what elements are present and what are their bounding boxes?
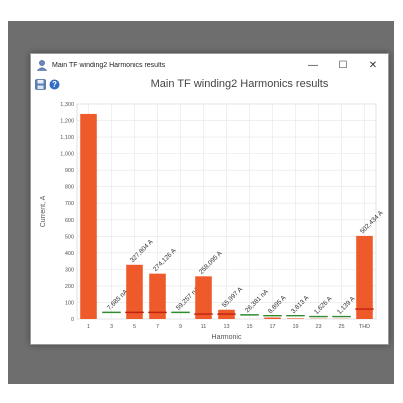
y-tick-label: 300 <box>65 267 74 273</box>
x-tick-label: 11 <box>201 324 207 330</box>
x-tick-label: 9 <box>179 324 182 330</box>
y-tick-label: 0 <box>71 317 74 323</box>
y-tick-label: 400 <box>65 251 74 257</box>
x-tick-label: 19 <box>292 324 298 330</box>
window-title: Main TF winding2 Harmonics results <box>52 61 166 69</box>
x-tick-label: 25 <box>338 324 344 330</box>
x-tick-label: 7 <box>156 324 159 330</box>
x-tick-label: THD <box>359 324 370 330</box>
bar <box>80 113 97 319</box>
y-tick-label: 800 <box>65 185 74 191</box>
x-tick-label: 5 <box>133 324 136 330</box>
y-tick-label: 1,000 <box>60 152 74 158</box>
maximize-icon: ☐ <box>338 59 348 71</box>
svg-text:?: ? <box>52 80 57 89</box>
app-user-icon <box>36 60 48 71</box>
bar <box>264 317 281 319</box>
x-axis-title: Harmonic <box>212 334 242 341</box>
help-icon[interactable]: ? <box>49 79 60 90</box>
x-tick-label: 15 <box>246 324 252 330</box>
harmonics-bar-chart: 0 100 200 300 400 500 600 700 800 900 1,000 1,100 1,… <box>40 102 385 341</box>
x-tick-label: 23 <box>315 324 321 330</box>
y-tick-label: 900 <box>65 168 74 174</box>
x-tick-label: 3 <box>110 324 113 330</box>
bar <box>287 318 304 319</box>
bar <box>195 276 212 319</box>
y-tick-label: 200 <box>65 284 74 290</box>
close-icon: ✕ <box>368 59 378 71</box>
y-tick-label: 1,100 <box>60 135 74 141</box>
chart-toolbar: ? <box>35 79 60 93</box>
bar <box>126 264 143 319</box>
y-tick-label: 500 <box>65 234 74 240</box>
y-tick-label: 700 <box>65 201 74 207</box>
x-tick-label: 17 <box>269 324 275 330</box>
close-button[interactable]: ✕ <box>358 54 388 76</box>
minimize-icon: — <box>308 59 318 71</box>
x-tick-label: 1 <box>87 324 90 330</box>
bar <box>356 235 373 319</box>
y-tick-label: 1,200 <box>60 119 74 125</box>
y-tick-label: 100 <box>65 300 74 306</box>
x-tick-label: 13 <box>223 324 229 330</box>
maximize-button[interactable]: ☐ <box>328 54 358 76</box>
y-tick-label: 600 <box>65 218 74 224</box>
harmonics-results-window: Main TF winding2 Harmonics results — ☐ ✕… <box>30 53 389 345</box>
chart-title: Main TF winding2 Harmonics results <box>150 78 329 90</box>
y-tick-label: 1,300 <box>60 102 74 108</box>
save-icon[interactable] <box>35 79 46 90</box>
minimize-button[interactable]: — <box>298 54 328 76</box>
title-bar[interactable]: Main TF winding2 Harmonics results — ☐ ✕ <box>31 54 388 76</box>
y-axis-title: Current, A <box>40 195 47 227</box>
